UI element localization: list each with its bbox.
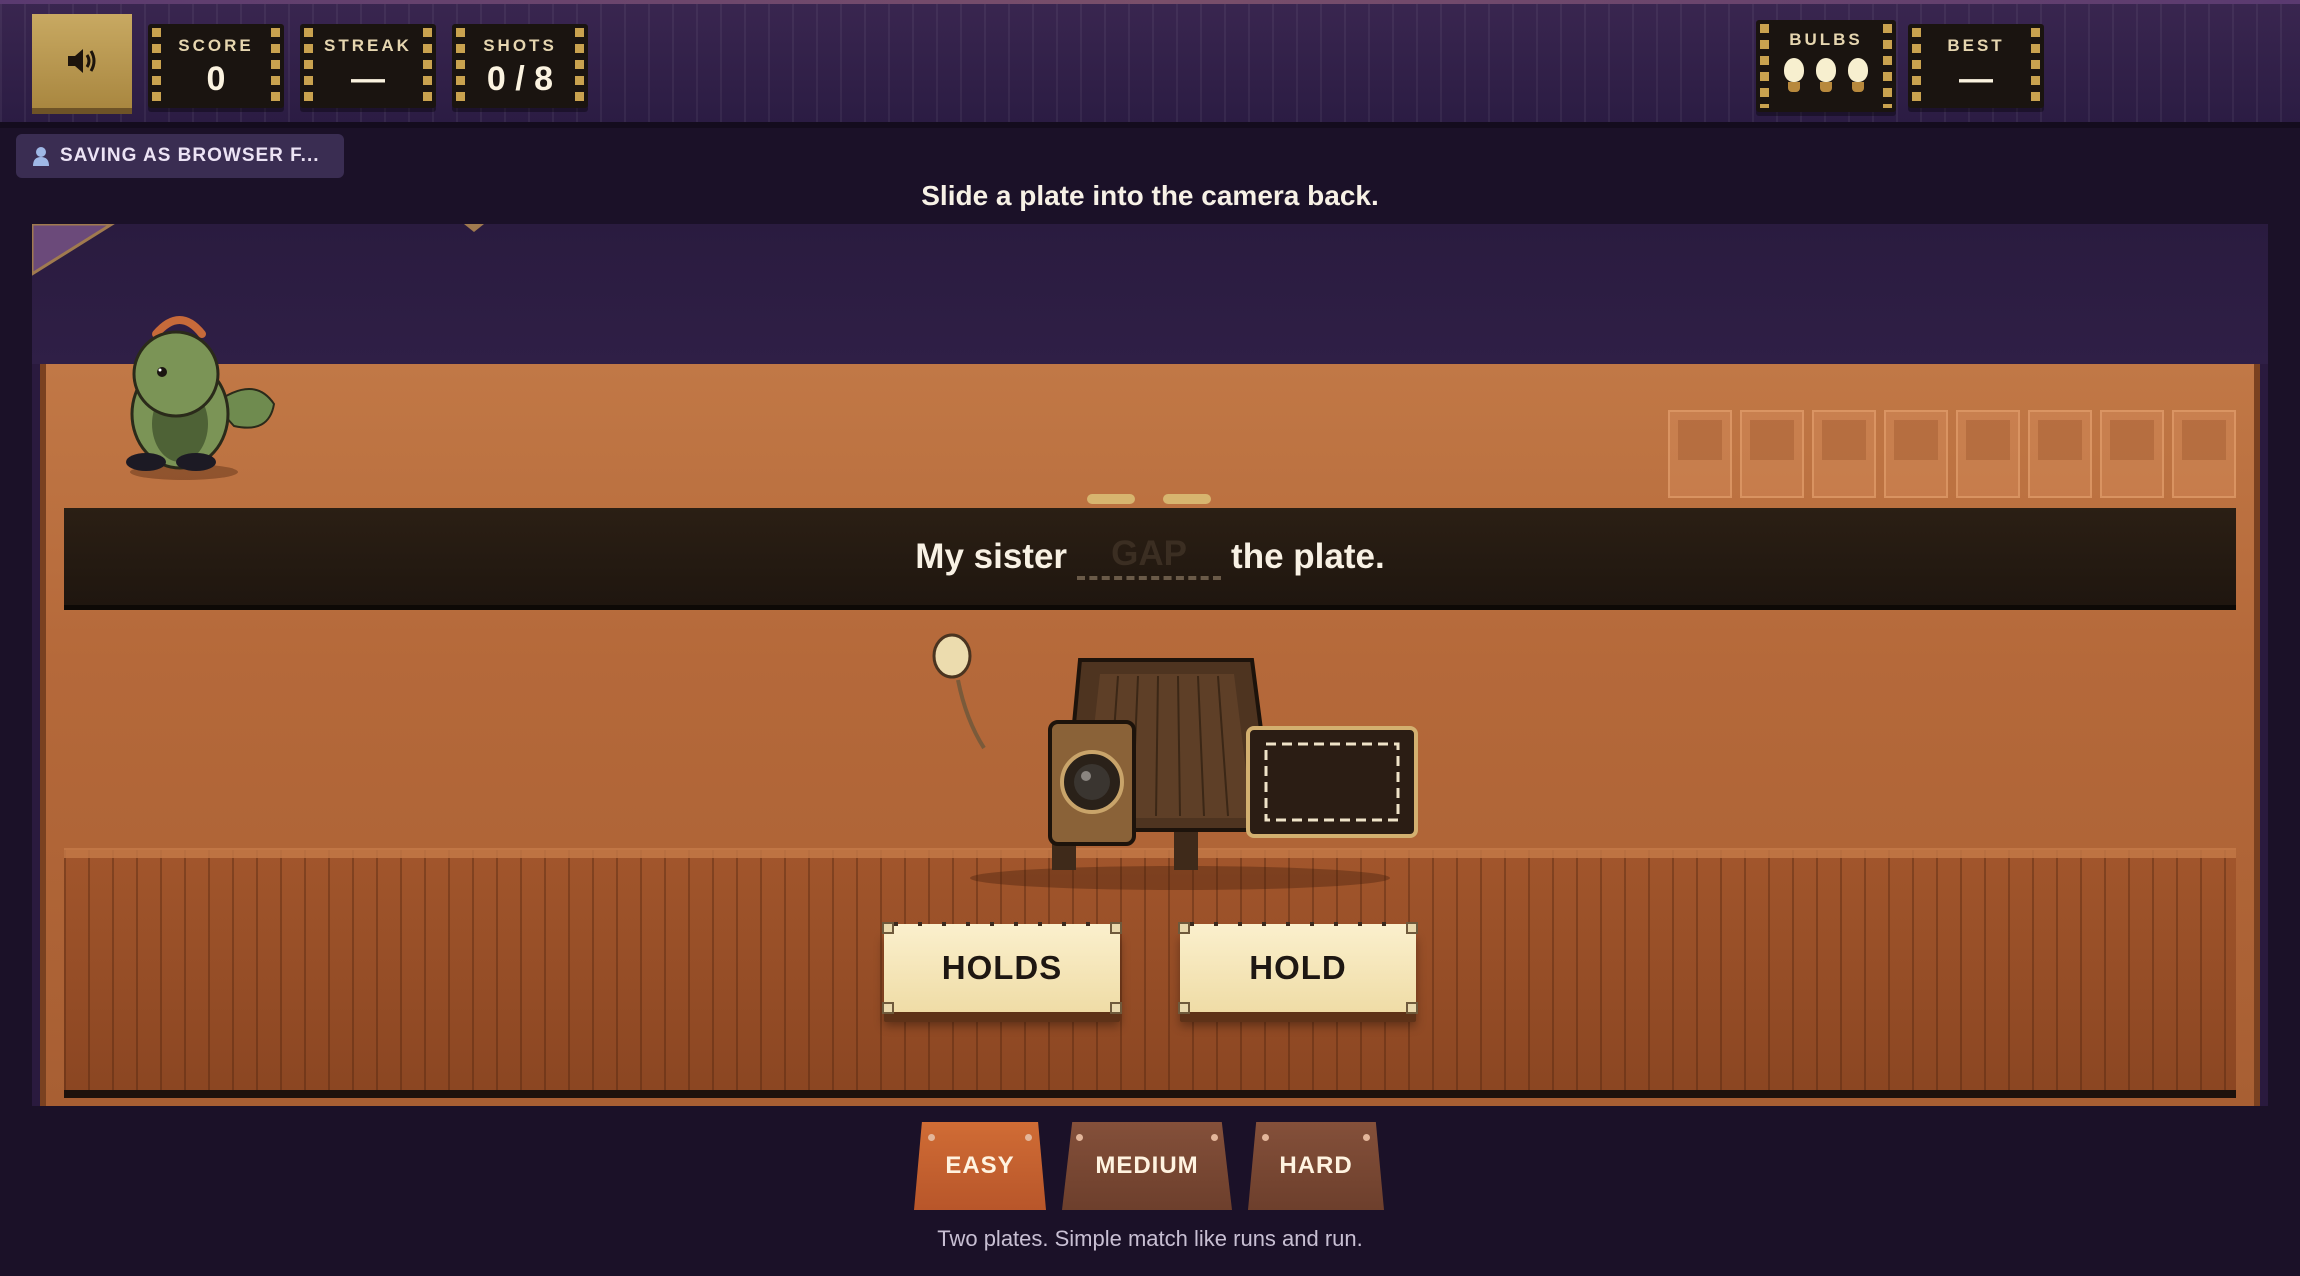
difficulty-medium-label: MEDIUM [1095,1152,1199,1179]
best-value: — [1959,60,1993,98]
shot-slot [2100,410,2164,498]
score-value: 0 [206,60,226,98]
score-panel: SCORE 0 [148,24,284,108]
shot-slot [2172,410,2236,498]
sentence-after: the plate. [1231,536,1385,576]
difficulty-easy-button[interactable]: EASY [914,1122,1046,1210]
shot-slot [1812,410,1876,498]
person-icon [33,147,49,166]
difficulty-easy-label: EASY [945,1152,1015,1179]
saving-profile-pill[interactable]: SAVING AS BROWSER F... [16,134,344,178]
shot-slot [1740,410,1804,498]
sentence-gap[interactable]: GAP [1077,493,1222,580]
sentence-bar: My sister GAP the plate. [64,493,2236,610]
floor-edge [64,1090,2236,1098]
flash-bulb-icon [932,633,972,679]
sound-toggle-button[interactable] [32,14,132,114]
bulb-icon [1848,58,1868,94]
shot-slot [1956,410,2020,498]
difficulty-hard-label: HARD [1279,1152,1353,1179]
gap-placeholder: GAP [1111,533,1187,573]
flash-cord [956,679,986,750]
speaker-icon [68,49,96,73]
difficulty-medium-button[interactable]: MEDIUM [1062,1122,1232,1210]
best-panel: BEST — [1908,24,2044,108]
shot-slot [2028,410,2092,498]
bulbs-panel: BULBS [1756,20,1896,112]
difficulty-hard-button[interactable]: HARD [1248,1122,1384,1210]
sentence-before: My sister [915,536,1068,576]
score-label: SCORE [178,36,254,55]
mascot-character [126,316,276,480]
shots-value: 0 / 8 [486,60,554,98]
shot-slot [1884,410,1948,498]
streak-panel: STREAK — [300,24,436,108]
stage-ceiling [32,224,2268,364]
streak-label: STREAK [324,36,412,55]
camera [932,633,1418,890]
gap-tab-left [1087,493,1136,504]
shot-slots [1668,410,2236,498]
best-label: BEST [1947,36,2005,55]
game-stage: My sister GAP the plate. HOLDS HOLD [32,224,2268,1106]
streak-value: — [351,60,385,98]
difficulty-hint: Two plates. Simple match like runs and r… [937,1226,1363,1251]
bulb-icon [1816,58,1836,94]
saving-label: SAVING AS BROWSER F... [60,145,320,166]
shot-slot [1668,410,1732,498]
instruction-text: Slide a plate into the camera back. [921,180,1379,211]
plate-choice-holds[interactable]: HOLDS [882,922,1122,1014]
plate-label: HOLDS [941,949,1063,986]
shots-label: SHOTS [483,36,557,55]
bulbs-label: BULBS [1789,30,1863,49]
curtain-trim [32,224,484,276]
plate-choice-hold[interactable]: HOLD [1178,922,1418,1014]
bulbs-row [1756,58,1896,94]
shots-panel: SHOTS 0 / 8 [452,24,588,108]
gap-tab-right [1163,493,1212,504]
bulb-icon [1784,58,1804,94]
hud-bar: SCORE 0 STREAK — SHOTS 0 / 8 BULBS BEST … [0,0,2300,128]
plate-label: HOLD [1249,949,1347,986]
